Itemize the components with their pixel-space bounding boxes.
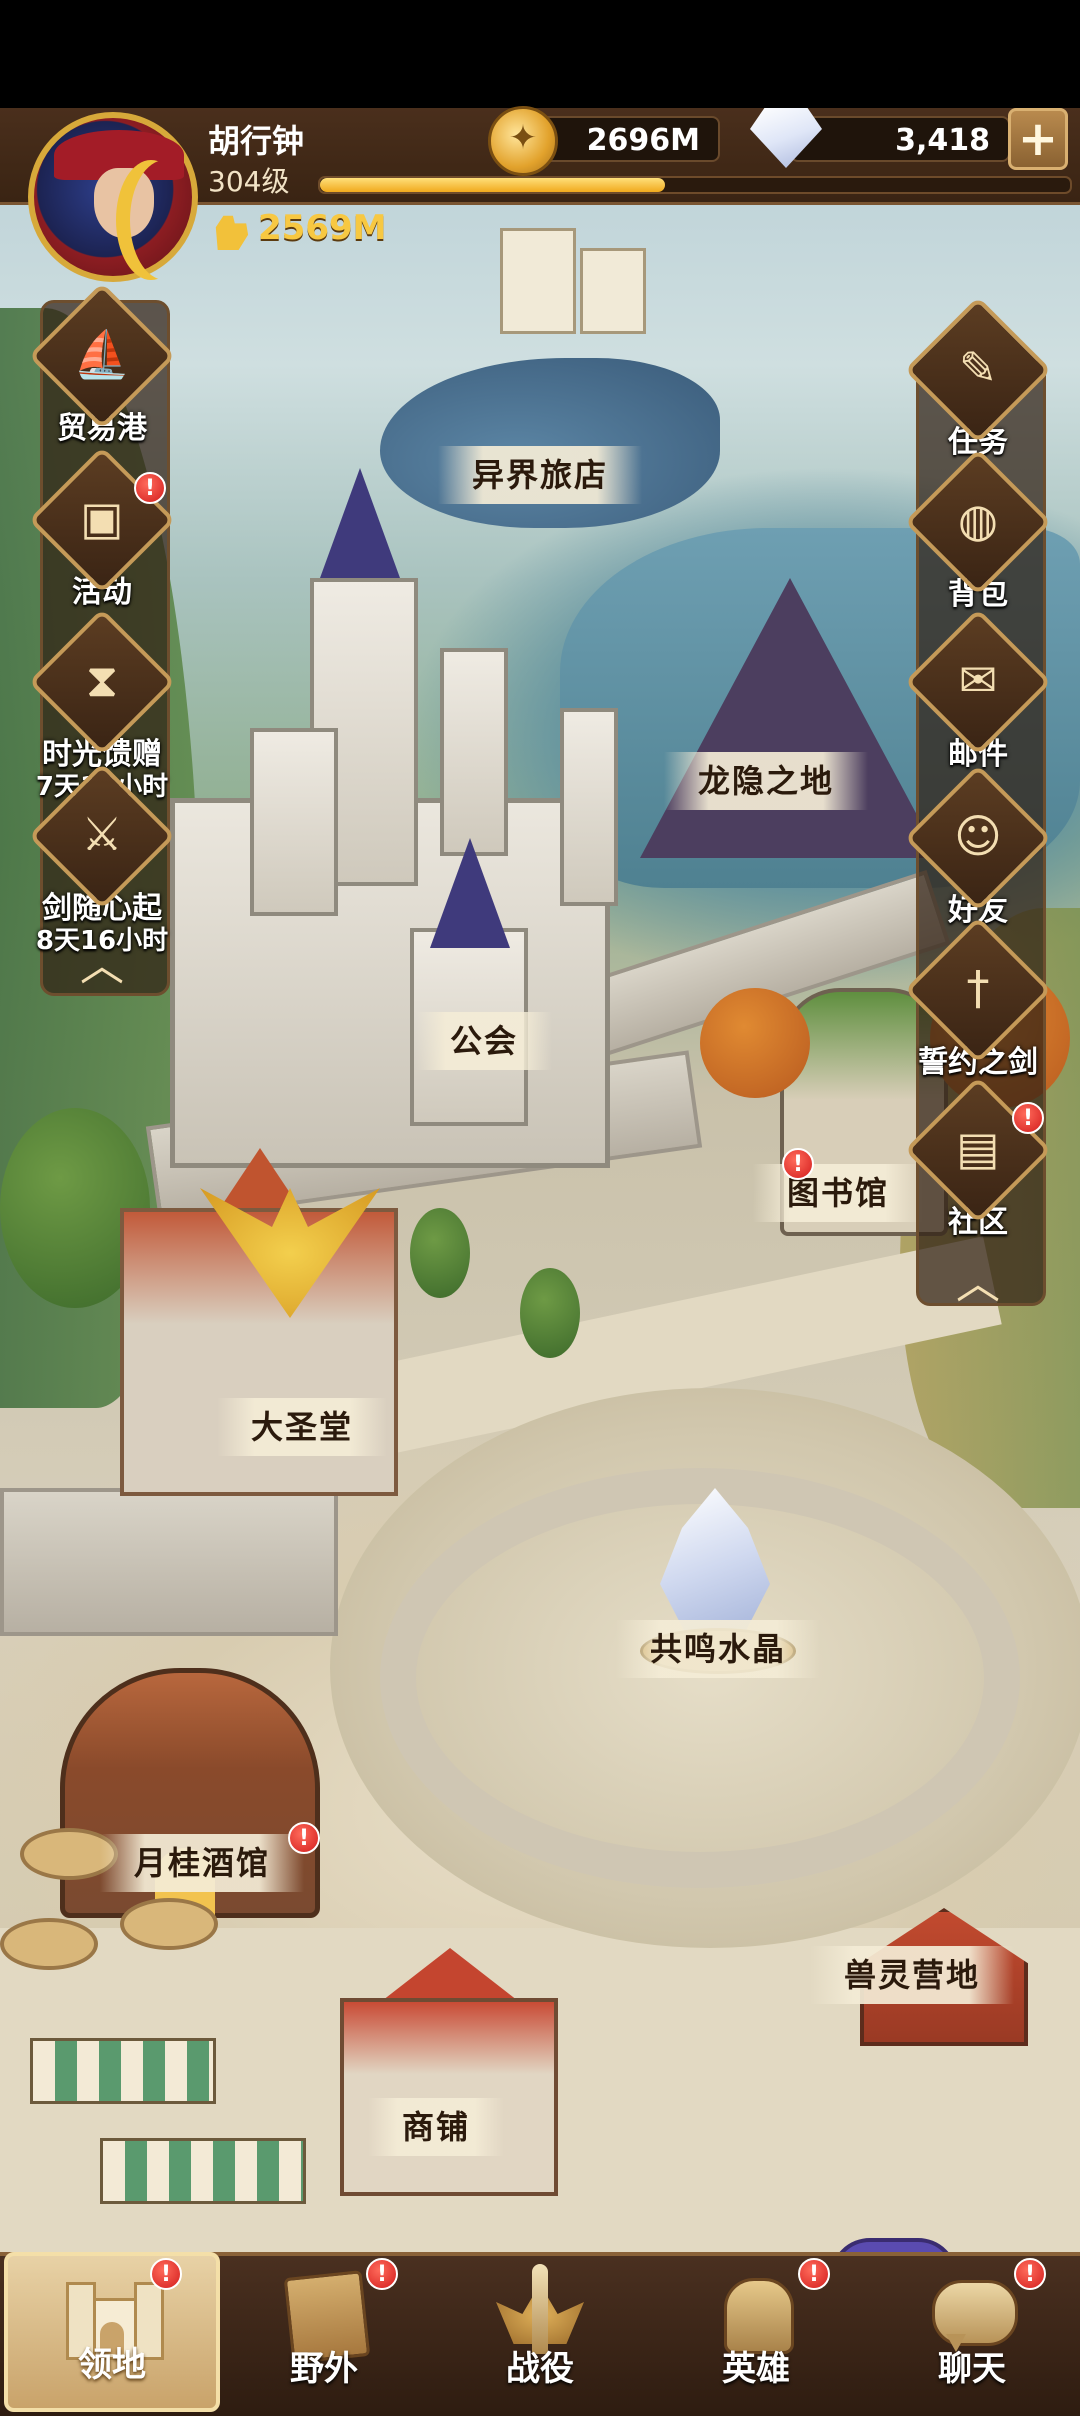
tree: [410, 1208, 470, 1298]
label-guild[interactable]: 公会: [415, 1012, 553, 1070]
castle-tower: [440, 648, 508, 856]
dragon-mountain[interactable]: [640, 578, 940, 858]
ship-icon: ⛵: [28, 282, 176, 430]
nav-heroes-badge: !: [798, 2258, 830, 2290]
sword-event-button[interactable]: ⚔ 剑随心起 8天16小时: [27, 762, 177, 956]
label-inn[interactable]: 异界旅店: [437, 446, 643, 504]
gold-coin-icon: [488, 106, 558, 176]
moon-frame-icon: [130, 160, 200, 280]
bag-button[interactable]: ◍ 背包: [903, 448, 1053, 612]
tavern-badge: !: [288, 1822, 320, 1854]
nav-heroes-label: 英雄: [722, 2349, 790, 2389]
friends-button[interactable]: ☺ 好友: [903, 764, 1053, 928]
experience-fill: [320, 178, 665, 192]
mail-icon: ✉: [904, 608, 1052, 756]
status-bar: [0, 0, 1080, 108]
label-cathedral[interactable]: 大圣堂: [216, 1398, 388, 1456]
label-shop[interactable]: 商铺: [367, 2098, 505, 2156]
scroll-icon: ✎: [904, 296, 1052, 444]
trade-port-button[interactable]: ⛵ 贸易港: [27, 282, 177, 446]
label-tavern[interactable]: 月桂酒馆: [99, 1834, 305, 1892]
nav-territory-label: 领地: [78, 2345, 146, 2385]
label-dragon-land[interactable]: 龙隐之地: [663, 752, 869, 810]
nav-territory[interactable]: 领地: [4, 2252, 220, 2412]
combat-power: 2569M: [258, 208, 387, 248]
nav-wilderness[interactable]: 野外: [216, 2252, 432, 2412]
mail-button[interactable]: ✉ 邮件: [903, 608, 1053, 772]
collapse-left-menu-button[interactable]: ︿: [72, 944, 132, 988]
label-library[interactable]: 图书馆: [752, 1164, 924, 1222]
collapse-right-menu-button[interactable]: ︿: [948, 1262, 1008, 1306]
tree: [700, 988, 810, 1098]
ship-sail: [500, 228, 576, 334]
player-name: 胡行钟: [208, 122, 305, 160]
sword-hero-icon: ⚔: [28, 762, 176, 910]
label-crystal[interactable]: 共鸣水晶: [615, 1620, 821, 1678]
market-stall: [100, 2138, 306, 2204]
nav-heroes[interactable]: 英雄: [648, 2252, 864, 2412]
tavern-table: [120, 1898, 218, 1950]
player-level: 304级: [208, 165, 290, 198]
chest-icon: ▣: [28, 446, 176, 594]
nav-chat-badge: !: [1014, 2258, 1046, 2290]
label-beast-camp[interactable]: 兽灵营地: [809, 1946, 1015, 2004]
library-badge: !: [782, 1148, 814, 1180]
castle-tower: [560, 708, 618, 906]
nav-territory-badge: !: [150, 2258, 182, 2290]
nav-campaign[interactable]: 战役: [432, 2252, 648, 2412]
nav-campaign-label: 战役: [506, 2349, 574, 2389]
events-badge: !: [134, 472, 166, 504]
ship-sail: [580, 248, 646, 334]
shop-building[interactable]: [340, 1998, 558, 2196]
sword-icon: †: [904, 916, 1052, 1064]
map-scroll-icon: ▤: [904, 1076, 1052, 1224]
castle-roof: [320, 468, 400, 578]
oath-sword-button[interactable]: † 誓约之剑: [903, 916, 1053, 1080]
nav-chat-label: 聊天: [938, 2349, 1006, 2389]
nav-wilderness-label: 野外: [290, 2349, 358, 2389]
castle-roof: [430, 838, 510, 948]
tavern-table: [0, 1918, 98, 1970]
bag-icon: ◍: [904, 448, 1052, 596]
add-diamond-button[interactable]: +: [1008, 108, 1068, 170]
city-wall: [0, 1488, 338, 1636]
community-badge: !: [1012, 1102, 1044, 1134]
hourglass-icon: ⧗: [28, 608, 176, 756]
quest-button[interactable]: ✎ 任务: [903, 296, 1053, 460]
nav-chat[interactable]: 聊天: [864, 2252, 1080, 2412]
castle-tower: [250, 728, 338, 916]
friends-icon: ☺: [904, 764, 1052, 912]
diamond-amount[interactable]: 3,418: [790, 116, 1010, 162]
experience-bar: [318, 176, 1072, 194]
market-stall: [30, 2038, 216, 2104]
nav-wilderness-badge: !: [366, 2258, 398, 2290]
tree: [520, 1268, 580, 1358]
